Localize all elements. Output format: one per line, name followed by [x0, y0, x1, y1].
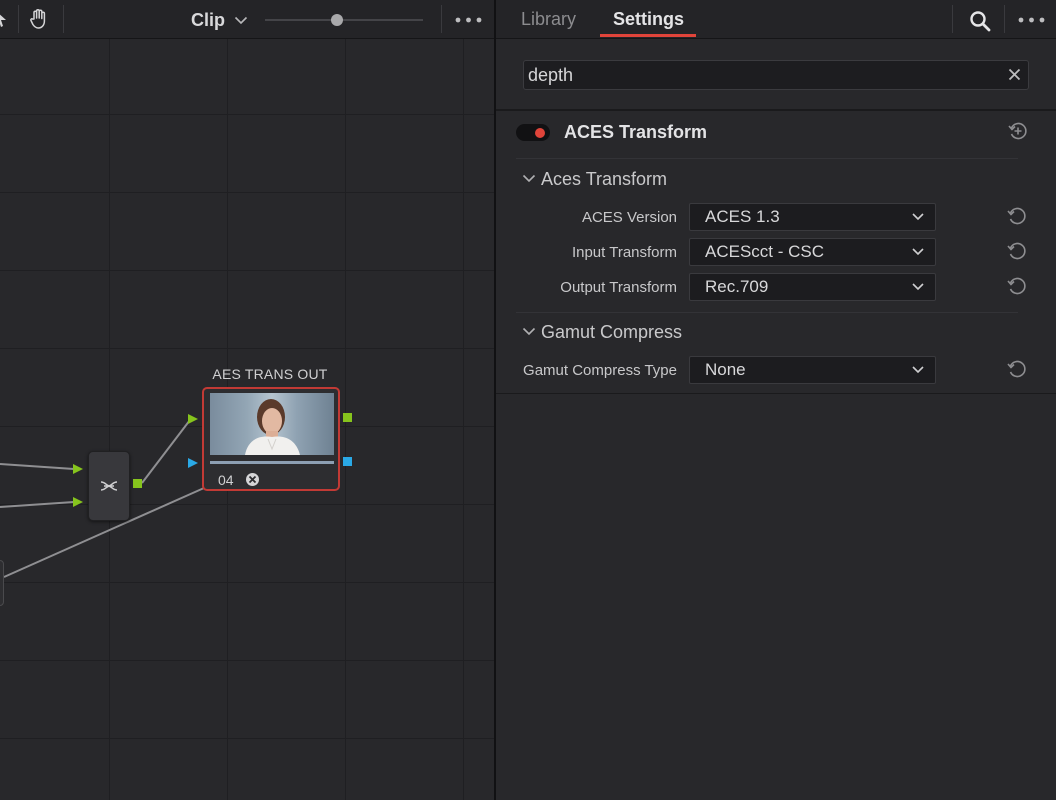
chevron-down-icon	[912, 366, 924, 374]
aces-version-label: ACES Version	[581, 209, 677, 226]
active-tab-indicator	[600, 34, 696, 37]
aes-trans-out-node[interactable]: 04	[202, 387, 340, 491]
output-port-blue[interactable]	[343, 457, 352, 466]
tab-settings[interactable]: Settings	[613, 9, 684, 30]
gamut-compress-type-dropdown[interactable]: None	[689, 356, 936, 384]
clear-search-icon[interactable]	[1008, 68, 1021, 81]
aces-version-dropdown[interactable]: ACES 1.3	[689, 203, 936, 231]
gamut-compress-type-value: None	[705, 360, 746, 379]
output-transform-label: Output Transform	[560, 279, 677, 296]
add-keyframe-icon[interactable]	[1007, 120, 1029, 142]
mixer-icon	[100, 481, 118, 491]
aces-node-icon	[246, 473, 259, 486]
node-title: AES TRANS OUT	[212, 366, 328, 382]
output-transform-value: Rec.709	[705, 277, 769, 296]
search-field[interactable]	[523, 60, 1029, 90]
reset-icon[interactable]	[1006, 358, 1028, 380]
node-progress-bar	[210, 461, 334, 464]
chevron-down-icon	[912, 213, 924, 221]
panel-header: Library Settings	[496, 0, 1056, 39]
search-icon[interactable]	[969, 10, 991, 32]
reset-icon[interactable]	[1006, 205, 1028, 227]
tab-library[interactable]: Library	[521, 9, 576, 30]
gamut-compress-type-label: Gamut Compress Type	[523, 362, 677, 379]
reset-icon[interactable]	[1006, 240, 1028, 262]
node-editor[interactable]: Clip AES TRANS OUT 04	[0, 0, 494, 800]
section-gamut-compress[interactable]: Gamut Compress	[541, 322, 682, 343]
chevron-down-icon	[912, 248, 924, 256]
partial-node[interactable]	[0, 560, 4, 606]
layer-mixer-node[interactable]	[88, 451, 130, 521]
chevron-down-icon	[912, 283, 924, 291]
divider	[496, 393, 1056, 394]
node-thumbnail	[210, 393, 334, 455]
input-transform-label: Input Transform	[571, 244, 677, 261]
input-transform-value: ACEScct - CSC	[705, 242, 825, 261]
effect-title: ACES Transform	[564, 122, 708, 142]
divider	[496, 109, 1056, 111]
output-transform-dropdown[interactable]: Rec.709	[689, 273, 936, 301]
effect-enable-toggle[interactable]	[516, 124, 550, 141]
section-aces-transform[interactable]: Aces Transform	[541, 169, 667, 190]
output-port-green[interactable]	[343, 413, 352, 422]
effects-panel: Library Settings ACES Transform Aces Tra…	[496, 0, 1056, 800]
node-number: 04	[218, 472, 234, 488]
aces-version-value: ACES 1.3	[705, 207, 780, 226]
chevron-down-icon[interactable]	[522, 327, 536, 336]
input-transform-dropdown[interactable]: ACEScct - CSC	[689, 238, 936, 266]
more-options-icon[interactable]	[1018, 17, 1045, 23]
search-input[interactable]	[528, 61, 998, 89]
reset-icon[interactable]	[1006, 275, 1028, 297]
chevron-down-icon[interactable]	[522, 174, 536, 183]
